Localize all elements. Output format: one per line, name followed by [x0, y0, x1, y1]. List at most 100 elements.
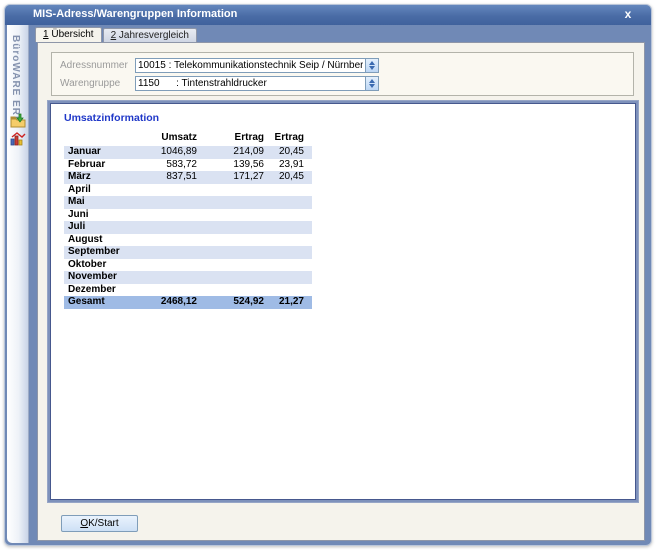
ertrag-cell: 171,27 [197, 171, 264, 184]
umsatz-cell [136, 271, 197, 284]
tab-uebersicht[interactable]: 1 Übersicht [35, 27, 102, 42]
warengruppe-spinner-icon[interactable] [365, 77, 378, 90]
header-spacer [64, 131, 136, 144]
ertrag-pct-cell: 20,45 [264, 171, 312, 184]
ertrag-pct-cell [264, 221, 312, 234]
sidebar: BüroWARE ERP [7, 25, 29, 543]
table-row: Juni [64, 209, 312, 222]
ertrag-pct-cell [264, 246, 312, 259]
warengruppe-label: Warengruppe [60, 78, 120, 89]
header-umsatz: Umsatz [136, 131, 197, 144]
umsatz-cell [136, 234, 197, 247]
table-row: März 837,51 171,27 20,45 [64, 171, 312, 184]
umsatz-cell: 583,72 [136, 159, 197, 172]
table-row: September [64, 246, 312, 259]
umsatz-cell [136, 184, 197, 197]
adressnummer-value: 10015 : Telekommunikationstechnik Seip /… [138, 60, 363, 71]
adressnummer-label: Adressnummer [60, 60, 128, 71]
umsatz-cell: 837,51 [136, 171, 197, 184]
table-row: Mai [64, 196, 312, 209]
adressnummer-spinner-icon[interactable] [365, 59, 378, 72]
ertrag-pct-cell [264, 271, 312, 284]
window-title: MIS-Adress/Warengruppen Information [33, 8, 237, 20]
close-icon[interactable]: x [621, 7, 635, 21]
ertrag-pct-cell [264, 196, 312, 209]
month-cell: Februar [64, 159, 136, 172]
umsatz-cell [136, 246, 197, 259]
ertrag-cell [197, 271, 264, 284]
umsatz-cell [136, 196, 197, 209]
report-title: Umsatzinformation [64, 112, 635, 124]
umsatz-cell [136, 259, 197, 272]
tab-jahresvergleich[interactable]: 2 Jahresvergleich [103, 28, 197, 42]
table-row: Dezember [64, 284, 312, 297]
total-ertrag-pct-cell: 21,27 [264, 296, 312, 309]
month-cell: Oktober [64, 259, 136, 272]
ertrag-cell [197, 234, 264, 247]
umsatz-cell: 1046,89 [136, 146, 197, 159]
tab-label: Übersicht [49, 29, 94, 40]
ertrag-cell: 214,09 [197, 146, 264, 159]
month-cell: Juli [64, 221, 136, 234]
ertrag-pct-cell [264, 234, 312, 247]
month-cell: Dezember [64, 284, 136, 297]
table-body: Januar 1046,89 214,09 20,45 Februar 583,… [64, 146, 635, 309]
table-row: Juli [64, 221, 312, 234]
ertrag-cell [197, 284, 264, 297]
field-row-adressnummer: Adressnummer 10015 : Telekommunikationst… [52, 58, 633, 73]
month-cell: November [64, 271, 136, 284]
folder-import-icon[interactable] [10, 113, 26, 129]
ertrag-cell [197, 259, 264, 272]
tab-label: Jahresvergleich [116, 30, 189, 41]
table-row: Februar 583,72 139,56 23,91 [64, 159, 312, 172]
table-total-row: Gesamt 2468,12 524,92 21,27 [64, 296, 312, 309]
ertrag-cell [197, 246, 264, 259]
ertrag-cell [197, 221, 264, 234]
adressnummer-combo[interactable]: 10015 : Telekommunikationstechnik Seip /… [135, 58, 379, 73]
title-bar[interactable]: MIS-Adress/Warengruppen Information x [5, 5, 651, 25]
month-cell: Juni [64, 209, 136, 222]
month-cell: August [64, 234, 136, 247]
ok-start-button[interactable]: OK/Start [61, 515, 138, 532]
month-cell: Januar [64, 146, 136, 159]
total-ertrag-cell: 524,92 [197, 296, 264, 309]
table-row: August [64, 234, 312, 247]
table-row: November [64, 271, 312, 284]
ok-label: K/Start [88, 518, 119, 529]
ertrag-pct-cell [264, 284, 312, 297]
ertrag-pct-cell [264, 209, 312, 222]
ertrag-pct-cell [264, 259, 312, 272]
chart-icon[interactable] [10, 131, 26, 147]
total-umsatz-cell: 2468,12 [136, 296, 197, 309]
month-cell: September [64, 246, 136, 259]
tab-page-uebersicht: Adressnummer 10015 : Telekommunikationst… [37, 42, 645, 541]
table-header-row: Umsatz Ertrag Ertrag % [64, 131, 312, 144]
field-row-warengruppe: Warengruppe 1150 : Tintenstrahldrucker [52, 76, 633, 91]
warengruppe-value: 1150 : Tintenstrahldrucker [138, 78, 363, 89]
report-panel: Umsatzinformation Umsatz Ertrag Ertrag %… [47, 100, 639, 503]
ertrag-cell [197, 209, 264, 222]
month-cell: Mai [64, 196, 136, 209]
filter-form-panel: Adressnummer 10015 : Telekommunikationst… [51, 52, 634, 96]
ertrag-cell [197, 196, 264, 209]
dialog-window: MIS-Adress/Warengruppen Information x Bü… [4, 4, 652, 546]
table-row: Oktober [64, 259, 312, 272]
report-panel-inner: Umsatzinformation Umsatz Ertrag Ertrag %… [50, 103, 636, 500]
table-row: Januar 1046,89 214,09 20,45 [64, 146, 312, 159]
header-ertrag: Ertrag [197, 131, 264, 144]
ertrag-cell: 139,56 [197, 159, 264, 172]
header-ertrag-pct: Ertrag % [264, 131, 312, 144]
tab-strip: 1 Übersicht 2 Jahresvergleich [35, 28, 198, 42]
umsatz-cell [136, 209, 197, 222]
table-row: April [64, 184, 312, 197]
ertrag-pct-cell: 20,45 [264, 146, 312, 159]
ertrag-cell [197, 184, 264, 197]
ertrag-pct-cell: 23,91 [264, 159, 312, 172]
brand-vertical-label: BüroWARE ERP [10, 35, 21, 124]
ok-accel: O [80, 518, 88, 529]
warengruppe-combo[interactable]: 1150 : Tintenstrahldrucker [135, 76, 379, 91]
total-label-cell: Gesamt [64, 296, 136, 309]
month-cell: März [64, 171, 136, 184]
umsatz-cell [136, 284, 197, 297]
ertrag-pct-cell [264, 184, 312, 197]
